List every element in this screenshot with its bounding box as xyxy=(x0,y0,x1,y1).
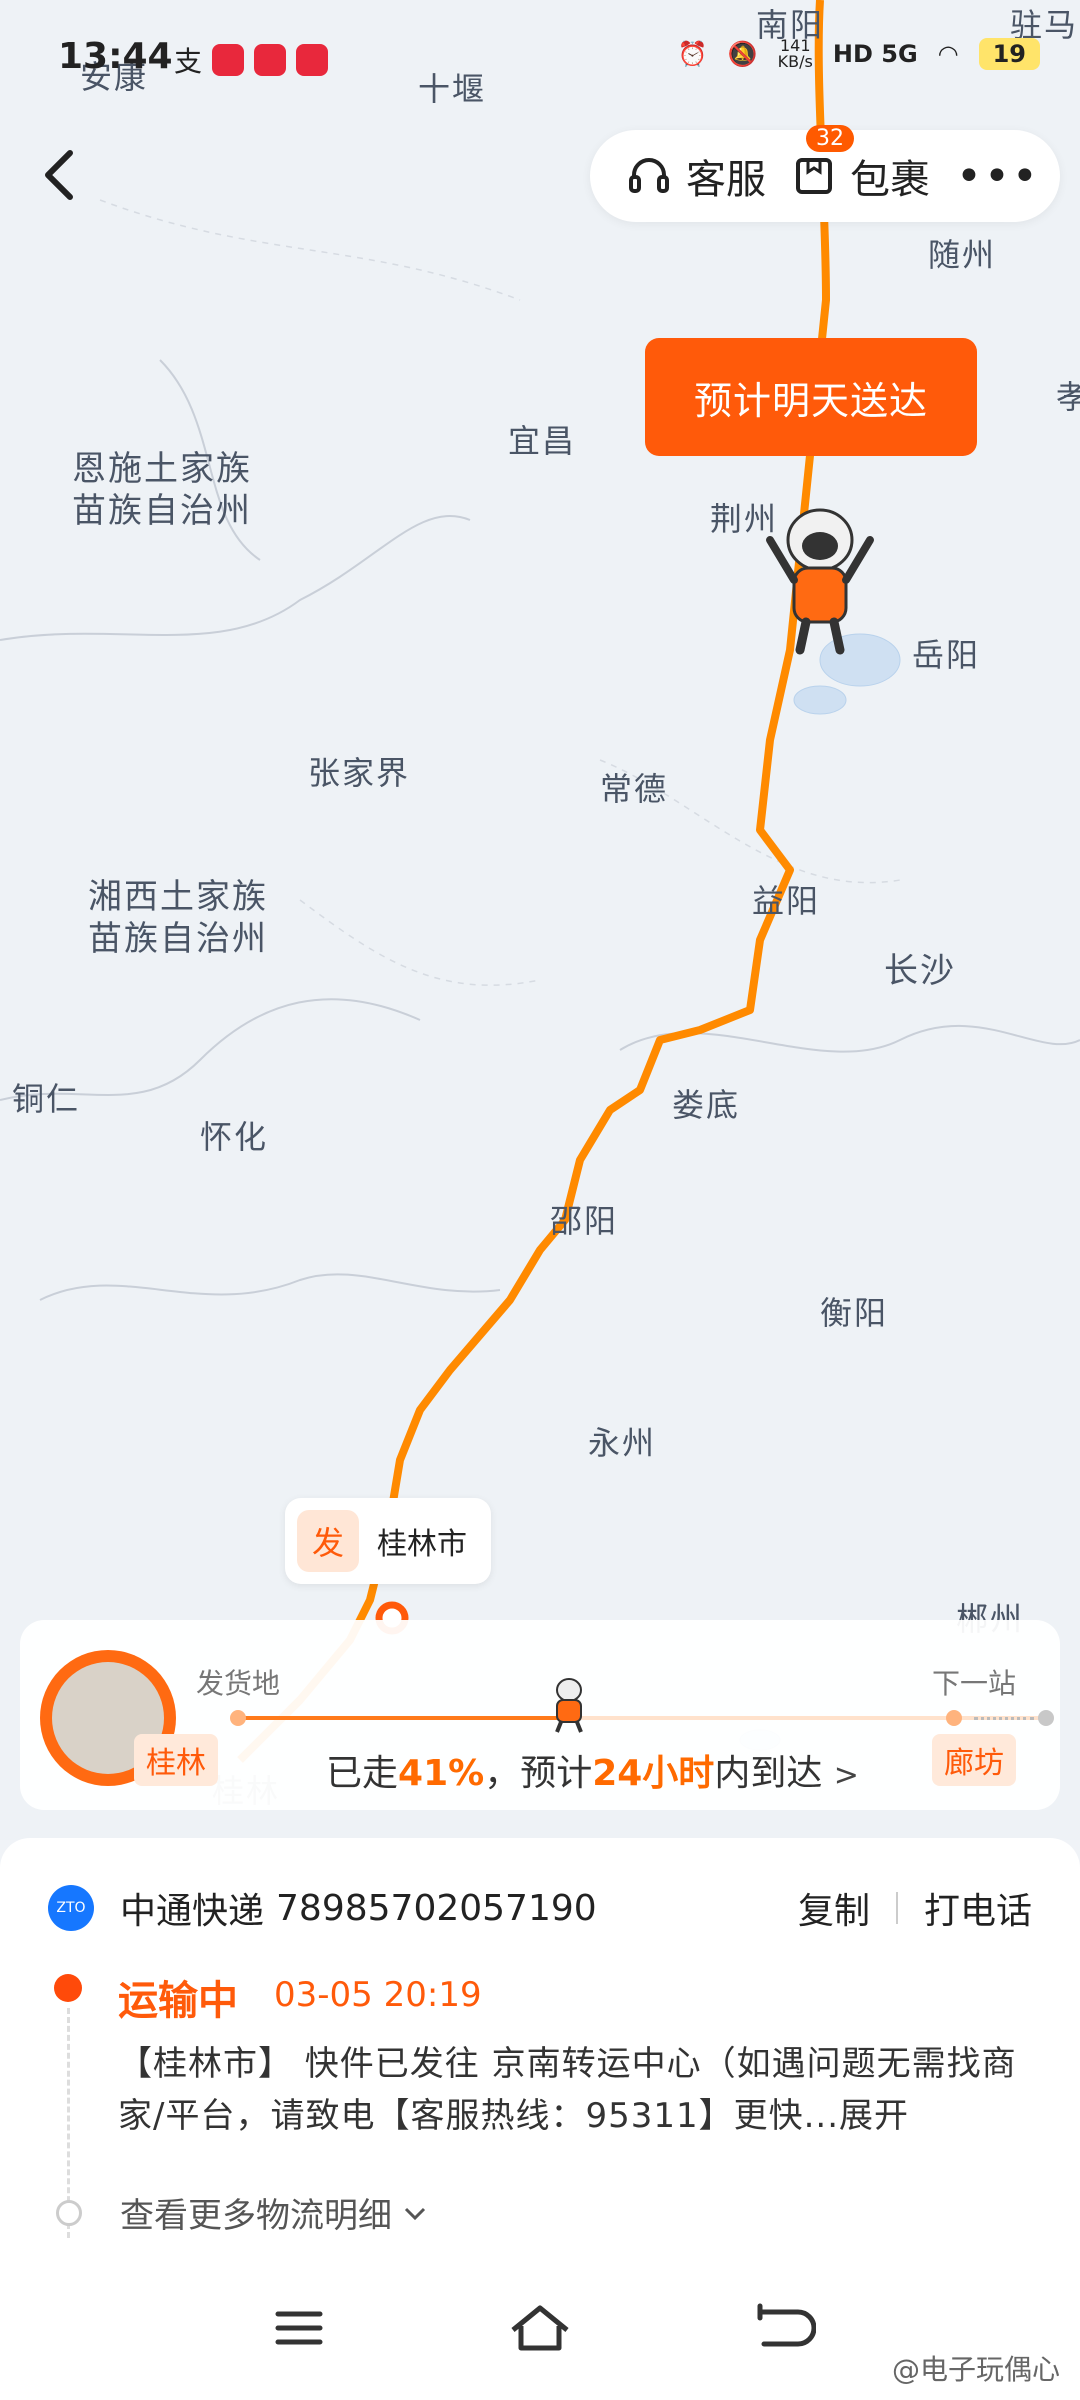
net-speed: 141 KB/s xyxy=(777,36,813,71)
watermark: @电子玩偶心 xyxy=(891,2353,1060,2386)
city-label: 永州 xyxy=(588,1424,657,1462)
shipment-actions: 复制 打电话 xyxy=(798,1882,1032,1934)
alarm-icon: ⏰ xyxy=(677,40,708,68)
progress-percent: 41% xyxy=(398,1753,485,1794)
eta-bubble: 预计明天送达 xyxy=(645,338,977,456)
track-start-dot xyxy=(230,1710,246,1726)
origin-city-name: 桂林市 xyxy=(377,1527,467,1562)
origin-city-chip: 桂林 xyxy=(134,1734,218,1786)
next-station-label: 下一站 xyxy=(931,1667,1016,1700)
app-icon xyxy=(254,44,287,76)
progress-mid: ，预计 xyxy=(484,1753,593,1794)
city-label: 恩施土家族 苗族自治州 xyxy=(72,449,252,531)
customer-service-label: 客服 xyxy=(686,157,766,203)
progress-mascot-icon xyxy=(555,1678,584,1733)
city-label: 怀化 xyxy=(200,1118,269,1156)
app-icon xyxy=(296,44,329,76)
signal-icon: HD 5G xyxy=(832,40,918,68)
more-options-icon[interactable]: ••• xyxy=(956,151,1040,202)
status-indicators: ⏰ 🔕 141 KB/s HD 5G ◠ 19 xyxy=(678,38,1040,70)
shipment-sheet: ZTO 中通快递 78985702057190 复制 打电话 运输中 03-05… xyxy=(0,1838,1080,2258)
carrier-row: ZTO 中通快递 78985702057190 复制 打电话 xyxy=(48,1878,1032,1938)
city-label: 长沙 xyxy=(884,951,956,991)
packages-label: 包裹 xyxy=(850,157,930,203)
tracking-number: 78985702057190 xyxy=(276,1887,597,1929)
packages-button[interactable]: 32 包裹 xyxy=(792,125,930,205)
chevron-down-icon xyxy=(404,2207,426,2220)
origin-tag: 发 xyxy=(297,1510,359,1572)
origin-label: 发货地 xyxy=(196,1667,281,1700)
status-bar: 13:44 支 ⏰ 🔕 141 KB/s HD 5G ◠ 19 xyxy=(0,0,1080,120)
carrier-name: 中通快递 xyxy=(120,1891,265,1932)
city-label: 张家界 xyxy=(308,754,411,792)
progress-prefix: 已走 xyxy=(326,1753,399,1794)
city-label: 宜昌 xyxy=(508,422,577,460)
back-arrow-icon[interactable] xyxy=(36,145,86,205)
copy-button[interactable]: 复制 xyxy=(798,1882,870,1934)
system-nav-bar: @电子玩偶心 xyxy=(0,2258,1080,2400)
progress-fill xyxy=(238,1716,570,1720)
package-count-badge: 32 xyxy=(806,125,854,152)
menu-icon[interactable] xyxy=(264,2298,334,2358)
city-label: 衡阳 xyxy=(820,1294,889,1332)
back-icon[interactable] xyxy=(746,2298,816,2358)
progress-suffix: 内到达 xyxy=(714,1753,823,1794)
package-icon xyxy=(796,158,832,194)
more-logistics-label: 查看更多物流明细 xyxy=(120,2196,392,2236)
more-logistics-link[interactable]: 查看更多物流明细 xyxy=(120,2188,428,2237)
timeline-current-dot xyxy=(54,1974,82,2002)
progress-track xyxy=(230,1678,1054,1733)
track-dashed-segment xyxy=(974,1717,1034,1720)
city-label: 随州 xyxy=(928,236,997,274)
battery-icon: 19 xyxy=(978,38,1040,70)
top-action-bar: 客服 32 包裹 ••• xyxy=(590,125,1060,222)
taobao-icon xyxy=(212,44,245,76)
track-end-dot xyxy=(1038,1710,1054,1726)
timeline-next-dot xyxy=(56,2200,82,2226)
mute-icon: 🔕 xyxy=(727,40,758,68)
zto-logo-icon: ZTO xyxy=(48,1885,94,1931)
customer-service-button[interactable]: 客服 xyxy=(626,147,766,205)
status-detail[interactable]: 【桂林市】 快件已发往 京南转运中心（如遇问题无需找商家/平台，请致电【客服热线… xyxy=(118,2038,1018,2142)
home-icon[interactable] xyxy=(505,2298,575,2358)
city-label: 孝 xyxy=(1056,378,1080,416)
headset-icon xyxy=(629,158,669,193)
status-app-icons: 支 xyxy=(174,40,329,80)
city-label: 常德 xyxy=(600,770,669,808)
track-next-dot xyxy=(946,1710,962,1726)
city-label: 邵阳 xyxy=(550,1202,619,1240)
city-label: 铜仁 xyxy=(12,1080,81,1118)
next-city-chip: 廊坊 xyxy=(932,1734,1016,1786)
status-time: 13:44 xyxy=(58,36,173,77)
city-label: 湘西土家族 苗族自治州 xyxy=(88,877,268,959)
wifi-icon: ◠ xyxy=(937,40,959,68)
status-timestamp: 03-05 20:19 xyxy=(274,1975,482,2015)
progress-summary[interactable]: 已走41%，预计24小时内到达 > xyxy=(326,1744,859,1796)
progress-card[interactable]: 发货地 下一站 桂林 廊坊 已走41%，预计24小时内到达 > xyxy=(20,1620,1060,1810)
origin-marker[interactable]: 发 桂林市 xyxy=(285,1498,491,1584)
courier-mascot-icon xyxy=(766,508,874,655)
city-label: 娄底 xyxy=(672,1086,741,1124)
alipay-icon: 支 xyxy=(174,45,203,78)
shipment-status: 运输中 xyxy=(118,1978,238,2024)
city-label: 岳阳 xyxy=(912,636,981,674)
divider xyxy=(895,1892,898,1924)
city-label: 益阳 xyxy=(752,882,821,920)
progress-hours: 24小时 xyxy=(592,1753,715,1794)
map-view[interactable]: 南阳 驻马 安康 十堰 随州 孝 宜昌 荆州 恩施土家族 苗族自治州 岳阳 张家… xyxy=(0,0,1080,1840)
call-button[interactable]: 打电话 xyxy=(924,1882,1032,1934)
chevron-right-icon: > xyxy=(833,1758,859,1793)
